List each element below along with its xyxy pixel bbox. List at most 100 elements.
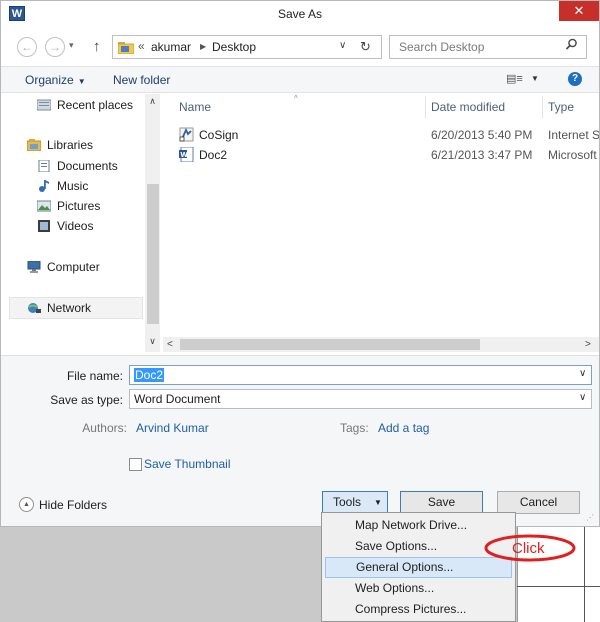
up-button[interactable]: ↑ [93, 37, 101, 57]
save-as-dialog: W Save As ✕ ← → ▾ ↑ « akumar ▶ Desktop ∨… [0, 0, 600, 527]
file-type: Microsoft [548, 148, 597, 162]
column-divider[interactable] [542, 96, 543, 118]
address-bar[interactable]: « akumar ▶ Desktop ∨ ↻ [112, 35, 382, 59]
sidebar-item-label: Documents [57, 159, 118, 173]
save-form: File name: Doc2 ∨ Save as type: Word Doc… [1, 355, 599, 483]
tags-field[interactable]: Add a tag [378, 421, 429, 435]
sidebar-item-computer[interactable]: Computer [27, 258, 145, 276]
column-divider[interactable] [425, 96, 426, 118]
window-title: Save As [277, 7, 323, 21]
sidebar-item-label: Network [47, 301, 92, 315]
search-input[interactable]: Search Desktop [389, 35, 587, 59]
sidebar-item-libraries[interactable]: Libraries [27, 136, 145, 154]
annotation-text: Click [512, 540, 545, 557]
title-bar: W Save As ✕ [1, 1, 599, 28]
computer-icon [27, 261, 41, 273]
menu-item-map-network-drive[interactable]: Map Network Drive... [325, 515, 512, 536]
menu-item-compress-pictures[interactable]: Compress Pictures... [325, 599, 512, 620]
nav-scrollbar[interactable]: ∧ ∨ [145, 94, 160, 352]
organize-label: Organize [25, 73, 74, 87]
navigation-pane: Recent places Libraries Documents Music … [7, 94, 160, 352]
forward-button[interactable]: → [45, 37, 65, 57]
sidebar-item-label: Pictures [57, 199, 101, 213]
tags-label: Tags: [340, 421, 369, 435]
save-as-type-dropdown-icon[interactable]: ∨ [579, 392, 586, 403]
file-date: 6/21/2013 3:47 PM [431, 148, 533, 162]
file-name-label: File name: [66, 369, 123, 383]
scroll-right-icon[interactable]: > [585, 337, 591, 352]
help-icon[interactable]: ? [568, 72, 582, 86]
address-dropdown-icon[interactable]: ∨ [339, 40, 346, 51]
click-annotation: Click [484, 534, 576, 562]
sidebar-item-label: Music [57, 179, 89, 193]
file-row[interactable]: W Doc2 6/21/2013 3:47 PM Microsoft [163, 145, 599, 165]
save-button[interactable]: Save [400, 491, 483, 514]
search-icon[interactable] [565, 38, 578, 51]
documents-icon [38, 160, 50, 172]
tools-menu: Map Network Drive... Save Options... Gen… [321, 512, 516, 622]
address-overflow-chevron[interactable]: « [138, 39, 145, 53]
tools-button[interactable]: Tools ▼ [322, 491, 388, 514]
sidebar-item-label: Videos [57, 219, 94, 233]
nav-scroll-thumb[interactable] [147, 184, 159, 324]
file-date: 6/20/2013 5:40 PM [431, 128, 533, 142]
refresh-icon[interactable]: ↻ [360, 39, 371, 55]
sidebar-item-music[interactable]: Music [37, 177, 145, 195]
scroll-down-icon[interactable]: ∨ [145, 336, 160, 347]
libraries-icon [27, 139, 41, 151]
breadcrumb-akumar[interactable]: akumar [151, 40, 191, 54]
new-folder-button[interactable]: New folder [113, 73, 170, 87]
tools-caret-icon: ▼ [374, 498, 382, 507]
collapse-up-icon: ▲ [19, 497, 34, 512]
close-button[interactable]: ✕ [559, 1, 599, 21]
sidebar-item-documents[interactable]: Documents [37, 157, 145, 175]
sidebar-item-network[interactable]: Network [27, 299, 145, 317]
folder-icon [118, 42, 134, 54]
save-thumbnail-label[interactable]: Save Thumbnail [144, 457, 231, 471]
organize-caret-icon: ▼ [77, 77, 86, 86]
organize-button[interactable]: Organize ▼ [25, 73, 86, 87]
breadcrumb-desktop[interactable]: Desktop [212, 40, 256, 54]
search-placeholder: Search Desktop [399, 40, 485, 54]
navigation-bar: ← → ▾ ↑ « akumar ▶ Desktop ∨ ↻ Search De… [1, 33, 599, 61]
horizontal-scroll-thumb[interactable] [180, 339, 480, 350]
network-icon [28, 303, 41, 313]
scroll-left-icon[interactable]: < [167, 337, 173, 352]
file-row[interactable]: CoSign 6/20/2013 5:40 PM Internet S [163, 125, 599, 145]
sort-indicator-icon: ^ [294, 94, 298, 103]
horizontal-scrollbar[interactable]: < > [163, 337, 599, 352]
file-type: Internet S [548, 128, 599, 142]
breadcrumb-separator-icon[interactable]: ▶ [200, 40, 206, 54]
authors-field[interactable]: Arvind Kumar [136, 421, 209, 435]
sidebar-item-label: Computer [47, 260, 100, 274]
column-header-label: Name [179, 100, 212, 114]
file-name-dropdown-icon[interactable]: ∨ [579, 368, 586, 379]
file-name-value[interactable]: Doc2 [134, 368, 165, 382]
hide-folders-label: Hide Folders [39, 498, 108, 512]
scroll-up-icon[interactable]: ∧ [145, 96, 160, 107]
column-header-type[interactable]: Type [548, 100, 574, 114]
cancel-button[interactable]: Cancel [497, 491, 580, 514]
recent-locations-dropdown[interactable]: ▾ [69, 40, 74, 51]
column-header-date-modified[interactable]: Date modified [431, 100, 505, 114]
sidebar-item-recent-places[interactable]: Recent places [37, 96, 145, 114]
column-header-name[interactable]: Name [179, 100, 211, 114]
back-button[interactable]: ← [17, 37, 37, 57]
file-name: CoSign [199, 128, 239, 142]
pictures-icon [37, 200, 51, 212]
sidebar-item-videos[interactable]: Videos [37, 217, 145, 235]
resize-grip-icon[interactable]: ⋰ [586, 513, 594, 522]
save-as-type-value: Word Document [134, 392, 221, 406]
file-name-field[interactable]: Doc2 ∨ [129, 365, 592, 385]
file-list: Name ^ Date modified Type CoSign 6/20/20… [163, 94, 599, 352]
save-thumbnail-checkbox[interactable] [129, 458, 142, 471]
videos-icon [38, 220, 50, 232]
svg-text:W: W [180, 151, 188, 159]
menu-item-web-options[interactable]: Web Options... [325, 578, 512, 599]
command-toolbar: Organize ▼ New folder ▤≡ ▼ ? [1, 66, 599, 93]
view-options-caret-icon[interactable]: ▼ [531, 74, 539, 83]
recent-places-icon [37, 99, 51, 111]
change-view-icon[interactable]: ▤≡ [506, 72, 523, 85]
save-as-type-select[interactable]: Word Document ∨ [129, 389, 592, 409]
sidebar-item-pictures[interactable]: Pictures [37, 197, 145, 215]
